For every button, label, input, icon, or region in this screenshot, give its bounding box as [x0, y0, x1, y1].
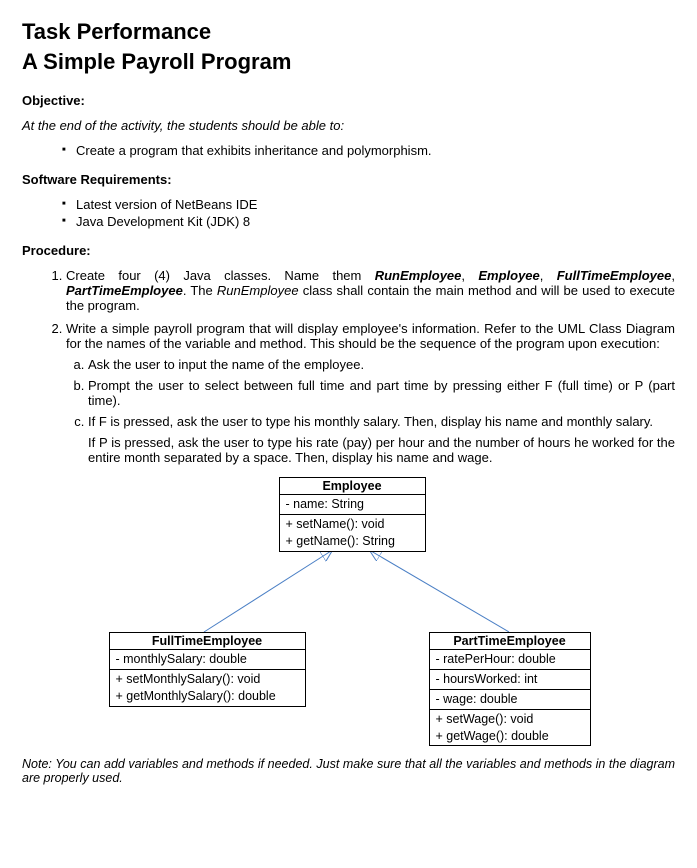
objective-heading: Objective: [22, 93, 675, 108]
class-name-employee: Employee [478, 268, 539, 283]
uml-diagram: Employee - name: String + setName(): voi… [69, 477, 629, 737]
text: If P is pressed, ask the user to type hi… [88, 435, 675, 465]
note-text: Note: You can add variables and methods … [22, 757, 675, 785]
class-name-runemployee: RunEmployee [375, 268, 462, 283]
text: , [461, 268, 478, 283]
uml-attr: - name: String [286, 496, 419, 513]
class-name-runemployee-italic: RunEmployee [217, 283, 299, 298]
class-name-parttimeemployee: PartTimeEmployee [66, 283, 183, 298]
text: . The [183, 283, 217, 298]
uml-method: + getName(): String [286, 533, 419, 550]
substep-b: Prompt the user to select between full t… [88, 378, 675, 408]
uml-attr: - wage: double [436, 691, 584, 708]
uml-attr: - hoursWorked: int [436, 671, 584, 688]
uml-class-employee: Employee - name: String + setName(): voi… [279, 477, 426, 552]
software-item: Java Development Kit (JDK) 8 [62, 214, 675, 229]
text: If F is pressed, ask the user to type hi… [88, 414, 675, 429]
uml-class-parttimeemployee: PartTimeEmployee - ratePerHour: double -… [429, 632, 591, 746]
title-line-1: Task Performance [22, 18, 675, 46]
title-line-2: A Simple Payroll Program [22, 48, 675, 76]
objective-intro: At the end of the activity, the students… [22, 118, 675, 133]
procedure-step-1: Create four (4) Java classes. Name them … [66, 268, 675, 313]
substep-c: If F is pressed, ask the user to type hi… [88, 414, 675, 465]
procedure-heading: Procedure: [22, 243, 675, 258]
software-heading: Software Requirements: [22, 172, 675, 187]
uml-attr: - ratePerHour: double [436, 651, 584, 668]
text: , [671, 268, 675, 283]
uml-class-fulltimeemployee: FullTimeEmployee - monthlySalary: double… [109, 632, 306, 707]
text: Write a simple payroll program that will… [66, 321, 675, 351]
uml-title: Employee [280, 478, 425, 495]
uml-method: + setMonthlySalary(): void [116, 671, 299, 688]
procedure-step-2: Write a simple payroll program that will… [66, 321, 675, 465]
substep-a: Ask the user to input the name of the em… [88, 357, 675, 372]
uml-method: + getMonthlySalary(): double [116, 688, 299, 705]
uml-method: + getWage(): double [436, 728, 584, 745]
text: Create four (4) Java classes. Name them [66, 268, 375, 283]
text: , [540, 268, 557, 283]
uml-title: FullTimeEmployee [110, 633, 305, 650]
software-item: Latest version of NetBeans IDE [62, 197, 675, 212]
class-name-fulltimeemployee: FullTimeEmployee [557, 268, 672, 283]
uml-method: + setWage(): void [436, 711, 584, 728]
uml-method: + setName(): void [286, 516, 419, 533]
uml-attr: - monthlySalary: double [116, 651, 299, 668]
objective-item: Create a program that exhibits inheritan… [62, 143, 675, 158]
uml-title: PartTimeEmployee [430, 633, 590, 650]
